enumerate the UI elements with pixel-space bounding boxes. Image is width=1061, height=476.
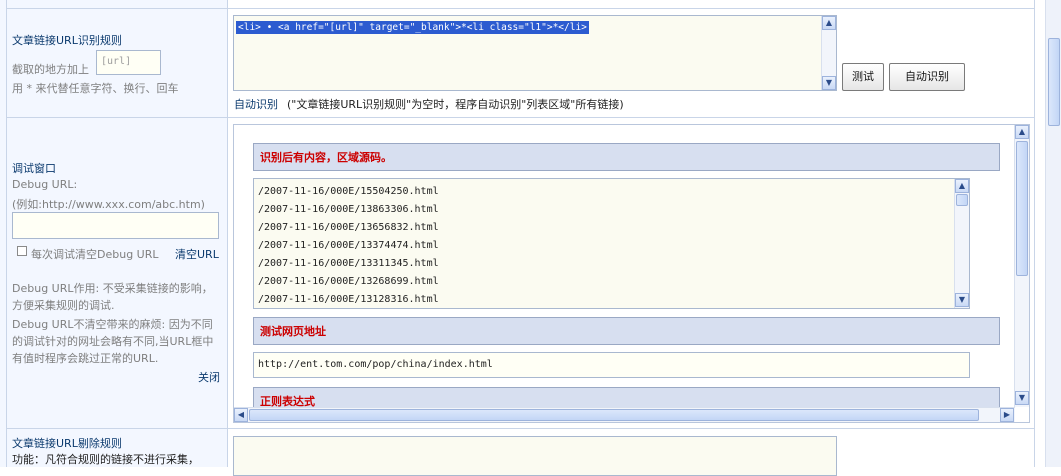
wildcard-hint: 用 * 来代替任意字符、换行、回车 (12, 82, 179, 95)
url-list-item: /2007-11-16/000E/13311345.html (258, 258, 439, 269)
url-exclude-hint: 功能：凡符合规则的链接不进行采集， (12, 453, 199, 466)
test-button[interactable]: 测试 (842, 63, 884, 91)
left-border (6, 0, 7, 467)
url-placeholder-input[interactable]: [url] (96, 50, 161, 75)
test-page-url-input[interactable]: http://ent.tom.com/pop/china/index.html (253, 352, 970, 378)
url-list-item: /2007-11-16/000E/13128316.html (258, 294, 439, 305)
scroll-down-button[interactable]: ▼ (822, 76, 836, 90)
url-list-item: /2007-11-16/000E/13268699.html (258, 276, 439, 287)
debug-url-example: (例如:http://www.xxx.com/abc.htm) (12, 198, 205, 211)
scroll-up-button[interactable]: ▲ (1015, 125, 1029, 139)
debug-note-warning: Debug URL不清空带来的麻烦: 因为不同的调试针对的网址会略有不同,当UR… (12, 318, 214, 365)
scroll-up-button[interactable]: ▲ (955, 179, 969, 193)
scroll-thumb[interactable] (956, 194, 968, 206)
clear-url-link[interactable]: 清空URL (175, 246, 219, 262)
top-border (6, 8, 1035, 9)
scroll-right-button[interactable]: ▶ (1000, 408, 1014, 422)
scroll-left-button[interactable]: ◀ (234, 408, 248, 422)
page-vscrollbar[interactable] (1045, 0, 1061, 467)
url-list-item: /2007-11-16/000E/15504250.html (258, 186, 439, 197)
url-rule-text: <li> • <a href="[url]" target="_blank">*… (236, 21, 589, 34)
result-source-header: 识别后有内容，区域源码。 (253, 143, 1000, 171)
auto-detect-note: ("文章链接URL识别规则"为空时，程序自动识别"列表区域"所有链接) (287, 98, 624, 111)
url-exclude-title: 文章链接URL剔除规则 (12, 437, 122, 450)
close-link[interactable]: 关闭 (198, 369, 220, 385)
url-list-box[interactable]: /2007-11-16/000E/15504250.html/2007-11-1… (253, 178, 970, 309)
prefix-label: 截取的地方加上 (12, 63, 89, 76)
right-border (1034, 0, 1035, 467)
debug-url-label: Debug URL: (12, 178, 78, 191)
debug-panel-vscrollbar[interactable]: ▲ ▼ (1014, 125, 1029, 407)
url-list-item: /2007-11-16/000E/13863306.html (258, 204, 439, 215)
scroll-thumb[interactable] (249, 409, 979, 421)
url-rule-scrollbar[interactable]: ▲ ▼ (821, 16, 836, 90)
scroll-up-button[interactable]: ▲ (822, 16, 836, 30)
scroll-down-button[interactable]: ▼ (1015, 391, 1029, 405)
clear-debug-checkbox-label: 每次调试清空Debug URL (31, 248, 159, 261)
auto-detect-button[interactable]: 自动识别 (889, 63, 965, 91)
clear-debug-checkbox[interactable] (17, 246, 27, 256)
scroll-thumb[interactable] (1048, 38, 1060, 126)
row-divider-2 (6, 428, 1035, 429)
debug-panel: 识别后有内容，区域源码。 /2007-11-16/000E/15504250.h… (233, 124, 1030, 423)
url-rule-title: 文章链接URL识别规则 (12, 34, 122, 47)
debug-panel-hscrollbar[interactable]: ◀ ▶ (234, 407, 1015, 422)
debug-url-input[interactable] (12, 212, 219, 239)
auto-detect-link[interactable]: 自动识别 (234, 96, 278, 112)
scroll-thumb[interactable] (1016, 141, 1028, 276)
url-list-scrollbar[interactable]: ▲ ▼ (954, 179, 969, 308)
debug-note-purpose: Debug URL作用: 不受采集链接的影响，方便采集规则的调试. (12, 282, 213, 312)
test-page-url-header: 测试网页地址 (253, 317, 1000, 345)
url-list: /2007-11-16/000E/15504250.html/2007-11-1… (258, 183, 439, 309)
debug-window-title: 调试窗口 (12, 162, 56, 175)
column-divider (227, 0, 228, 467)
scroll-down-button[interactable]: ▼ (955, 293, 969, 307)
row-divider-1 (6, 117, 1035, 118)
url-list-item: /2007-11-16/000E/13656832.html (258, 222, 439, 233)
url-exclude-textarea[interactable] (233, 436, 837, 476)
url-list-item: /2007-11-16/000E/13374474.html (258, 240, 439, 251)
